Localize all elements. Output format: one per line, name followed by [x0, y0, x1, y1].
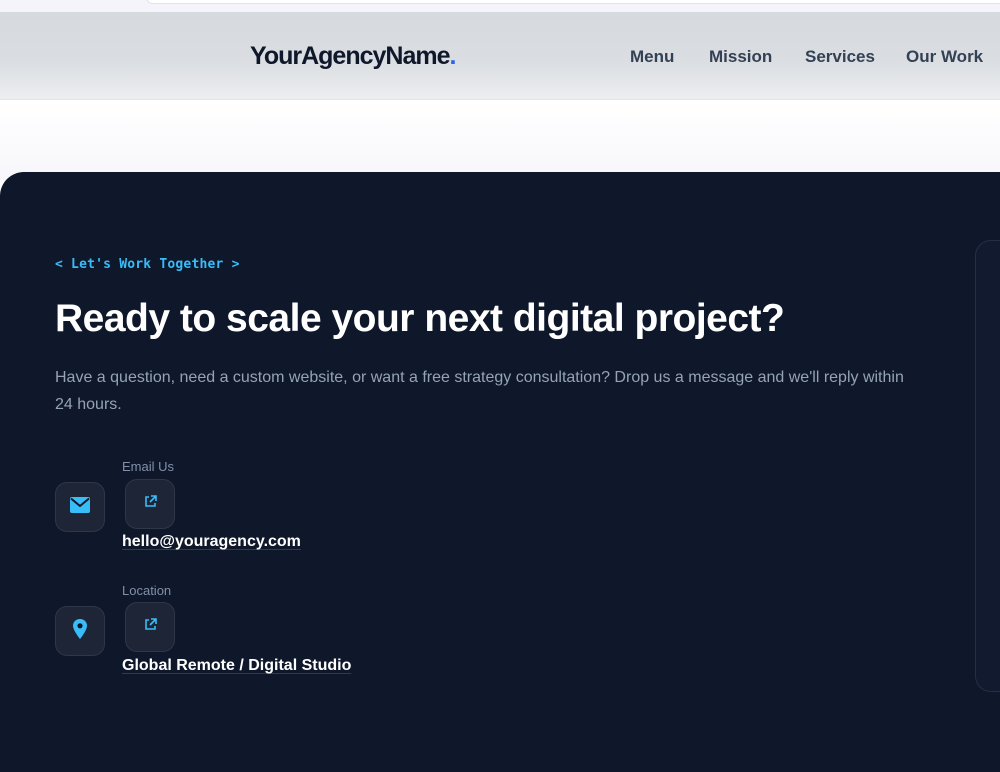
- nav-menu[interactable]: Menu: [630, 47, 674, 67]
- site-header: YourAgencyName. Menu Mission Services Ou…: [0, 12, 1000, 100]
- envelope-icon: [69, 496, 91, 519]
- location-icon-box: [55, 606, 105, 656]
- location-link[interactable]: Global Remote / Digital Studio: [122, 657, 351, 675]
- nav-mission[interactable]: Mission: [709, 47, 772, 67]
- section-headline: Ready to scale your next digital project…: [55, 297, 785, 340]
- external-link-icon: [144, 495, 157, 513]
- section-spacer: [0, 100, 1000, 180]
- section-eyebrow: < Let's Work Together >: [55, 257, 240, 272]
- map-pin-icon: [72, 618, 88, 645]
- location-label: Location: [122, 583, 172, 598]
- nav-services[interactable]: Services: [805, 47, 875, 67]
- nav-our-work[interactable]: Our Work: [906, 47, 983, 67]
- external-link-icon: [144, 618, 157, 636]
- location-link-button[interactable]: [125, 602, 175, 652]
- address-bar-edge: [146, 0, 1000, 4]
- main-nav: Menu Mission Services Our Work: [0, 47, 1000, 67]
- email-label: Email Us: [122, 459, 175, 474]
- email-icon-box: [55, 482, 105, 532]
- email-link-button[interactable]: [125, 479, 175, 529]
- email-link[interactable]: hello@youragency.com: [122, 533, 301, 551]
- section-lead: Have a question, need a custom website, …: [55, 369, 904, 413]
- contact-form-card: [975, 240, 1000, 692]
- browser-top-strip: [0, 0, 1000, 12]
- contact-section: < Let's Work Together > Ready to scale y…: [0, 172, 1000, 772]
